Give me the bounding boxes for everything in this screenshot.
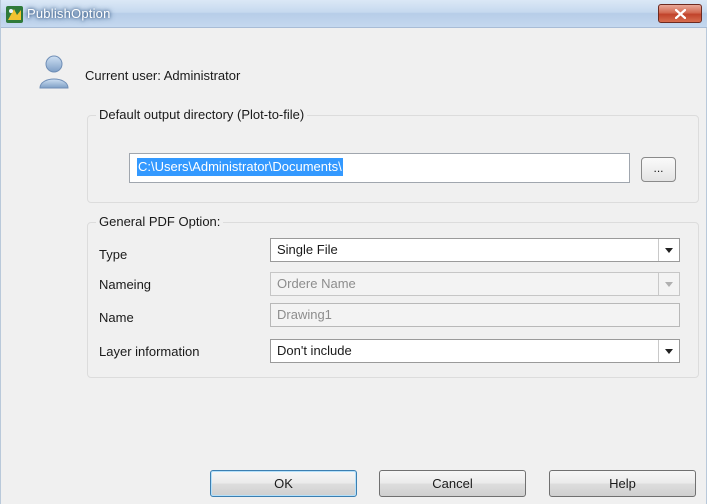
output-directory-value: C:\Users\Administrator\Documents\ [137, 158, 343, 176]
publish-app-icon [6, 6, 23, 23]
layer-information-select[interactable]: Don't include [270, 339, 680, 363]
name-field: Drawing1 [270, 303, 680, 327]
close-icon [674, 8, 686, 19]
chevron-down-icon[interactable] [658, 239, 679, 261]
layer-information-label: Layer information [99, 344, 200, 359]
window-title: PublishOption [27, 6, 111, 21]
type-label: Type [99, 247, 128, 262]
name-label: Name [99, 310, 134, 325]
pdf-option-legend: General PDF Option: [96, 214, 224, 229]
help-button[interactable]: Help [549, 470, 696, 497]
browse-button[interactable]: ... [641, 157, 676, 182]
close-button[interactable] [658, 4, 702, 23]
current-user-label: Current user: Administrator [85, 68, 241, 83]
naming-select: Ordere Name [270, 272, 680, 296]
chevron-down-icon [658, 273, 679, 295]
ok-button[interactable]: OK [210, 470, 357, 497]
chevron-down-icon[interactable] [658, 340, 679, 362]
user-icon [39, 55, 69, 89]
title-bar[interactable]: PublishOption [1, 0, 707, 28]
type-select[interactable]: Single File [270, 238, 680, 262]
naming-value: Ordere Name [277, 276, 356, 291]
naming-label: Nameing [99, 277, 152, 292]
layer-information-value: Don't include [277, 343, 352, 358]
output-directory-legend: Default output directory (Plot-to-file) [96, 107, 308, 122]
type-value: Single File [277, 242, 338, 257]
name-value: Drawing1 [277, 307, 332, 322]
output-directory-input[interactable]: C:\Users\Administrator\Documents\ [129, 153, 630, 183]
cancel-button[interactable]: Cancel [379, 470, 526, 497]
publish-option-dialog: PublishOption Current user: Administrato… [0, 0, 707, 504]
